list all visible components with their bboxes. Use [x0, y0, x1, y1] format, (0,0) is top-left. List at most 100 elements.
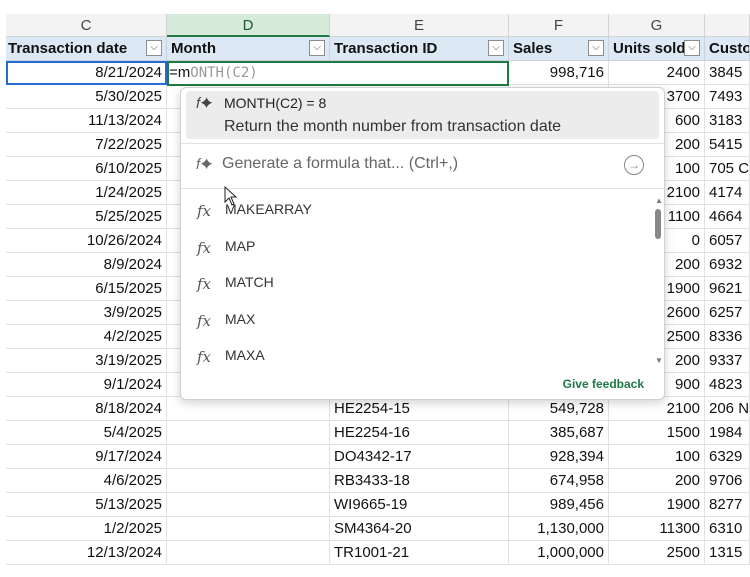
cell-customer[interactable]: 9621 — [705, 277, 750, 301]
column-header-f[interactable]: F — [509, 14, 609, 37]
cell-customer[interactable]: 6310 — [705, 517, 750, 541]
function-item[interactable]: fx MAXA — [181, 338, 651, 374]
cell-transaction-date[interactable]: 12/13/2024 — [6, 541, 167, 565]
cell-sales[interactable]: 674,958 — [509, 469, 609, 493]
column-header-h[interactable] — [705, 14, 750, 37]
cell-customer[interactable]: 9337 — [705, 349, 750, 373]
cell-month[interactable] — [167, 421, 330, 445]
filter-dropdown-icon[interactable]: ⌵ — [588, 40, 604, 56]
cell-units-sold[interactable]: 100 — [609, 445, 705, 469]
cell-sales[interactable]: 998,716 — [509, 61, 609, 85]
filter-dropdown-icon[interactable]: ⌵ — [309, 40, 325, 56]
cell-month[interactable] — [167, 445, 330, 469]
fx-icon: fx — [197, 202, 212, 220]
cell-sales[interactable]: 385,687 — [509, 421, 609, 445]
cell-transaction-id[interactable]: HE2254-15 — [330, 397, 509, 421]
cell-transaction-date[interactable]: 4/2/2025 — [6, 325, 167, 349]
cell-sales[interactable]: 1,000,000 — [509, 541, 609, 565]
cell-transaction-date[interactable]: 3/9/2025 — [6, 301, 167, 325]
cell-month[interactable] — [167, 397, 330, 421]
column-header-e[interactable]: E — [330, 14, 509, 37]
cell-customer[interactable]: 6057 — [705, 229, 750, 253]
cell-transaction-id[interactable]: SM4364-20 — [330, 517, 509, 541]
cell-sales[interactable]: 1,130,000 — [509, 517, 609, 541]
cell-customer[interactable]: 4174 — [705, 181, 750, 205]
header-units-sold: Units sold ⌵ — [609, 37, 705, 61]
cell-transaction-id[interactable]: WI9665-19 — [330, 493, 509, 517]
cell-customer[interactable]: 6932 — [705, 253, 750, 277]
cell-sales[interactable]: 989,456 — [509, 493, 609, 517]
scrollbar-thumb[interactable] — [655, 209, 661, 239]
give-feedback-link[interactable]: Give feedback — [563, 377, 644, 391]
cell-customer[interactable]: 8277 — [705, 493, 750, 517]
cell-transaction-date[interactable]: 5/4/2025 — [6, 421, 167, 445]
filter-dropdown-icon[interactable]: ⌵ — [684, 40, 700, 56]
cell-units-sold[interactable]: 2100 — [609, 397, 705, 421]
cell-units-sold[interactable]: 1500 — [609, 421, 705, 445]
cell-customer[interactable]: 9706 — [705, 469, 750, 493]
cell-transaction-date[interactable]: 7/22/2025 — [6, 133, 167, 157]
cell-transaction-date[interactable]: 11/13/2024 — [6, 109, 167, 133]
cell-units-sold[interactable]: 11300 — [609, 517, 705, 541]
formula-suggestion[interactable]: 𝑓✦ MONTH(C2) = 8 Return the month number… — [186, 91, 659, 139]
cell-transaction-date[interactable]: 3/19/2025 — [6, 349, 167, 373]
cell-month[interactable] — [167, 517, 330, 541]
cell-transaction-date[interactable]: 6/10/2025 — [6, 157, 167, 181]
function-item[interactable]: fx MATCH — [181, 265, 651, 301]
cell-customer[interactable]: 7493 — [705, 85, 750, 109]
cell-transaction-date[interactable]: 6/15/2025 — [6, 277, 167, 301]
cell-customer[interactable]: 3845 — [705, 61, 750, 85]
filter-dropdown-icon[interactable]: ⌵ — [146, 40, 162, 56]
cell-customer[interactable]: 4823 — [705, 373, 750, 397]
cell-transaction-id[interactable]: HE2254-16 — [330, 421, 509, 445]
function-item[interactable]: fx MAKEARRAY — [181, 192, 651, 228]
cell-transaction-date[interactable]: 5/25/2025 — [6, 205, 167, 229]
column-header-d[interactable]: D — [167, 14, 330, 37]
cell-transaction-date[interactable]: 1/24/2025 — [6, 181, 167, 205]
cell-transaction-date[interactable]: 9/1/2024 — [6, 373, 167, 397]
cell-transaction-date[interactable]: 8/9/2024 — [6, 253, 167, 277]
function-name: MATCH — [225, 274, 274, 290]
arrow-right-icon[interactable]: → — [624, 155, 644, 175]
cell-transaction-date[interactable]: 1/2/2025 — [6, 517, 167, 541]
cell-transaction-id[interactable]: DO4342-17 — [330, 445, 509, 469]
scroll-down-icon[interactable]: ▼ — [655, 356, 663, 365]
typed-text: =m — [169, 64, 191, 81]
cell-customer[interactable]: 1984 — [705, 421, 750, 445]
cell-transaction-date[interactable]: 5/30/2025 — [6, 85, 167, 109]
cell-customer[interactable]: 6257 — [705, 301, 750, 325]
cell-customer[interactable]: 4664 — [705, 205, 750, 229]
cell-customer[interactable]: 206 N — [705, 397, 750, 421]
cell-month[interactable] — [167, 541, 330, 565]
cell-customer[interactable]: 5415 — [705, 133, 750, 157]
filter-dropdown-icon[interactable]: ⌵ — [488, 40, 504, 56]
cell-month[interactable] — [167, 493, 330, 517]
cell-customer[interactable]: 8336 — [705, 325, 750, 349]
cell-transaction-date[interactable]: 9/17/2024 — [6, 445, 167, 469]
cell-customer[interactable]: 6329 — [705, 445, 750, 469]
header-label: Transaction date — [8, 40, 128, 57]
column-header-g[interactable]: G — [609, 14, 705, 37]
cell-transaction-date[interactable]: 8/18/2024 — [6, 397, 167, 421]
cell-month[interactable] — [167, 469, 330, 493]
cell-sales[interactable]: 549,728 — [509, 397, 609, 421]
cell-sales[interactable]: 928,394 — [509, 445, 609, 469]
cell-units-sold[interactable]: 2500 — [609, 541, 705, 565]
cell-transaction-date[interactable]: 4/6/2025 — [6, 469, 167, 493]
cell-transaction-date[interactable]: 10/26/2024 — [6, 229, 167, 253]
function-item[interactable]: fx MAP — [181, 229, 651, 265]
scroll-up-icon[interactable]: ▲ — [655, 196, 663, 205]
cell-units-sold[interactable]: 2400 — [609, 61, 705, 85]
cell-units-sold[interactable]: 1900 — [609, 493, 705, 517]
cell-customer[interactable]: 3183 — [705, 109, 750, 133]
cell-transaction-id[interactable]: RB3433-18 — [330, 469, 509, 493]
cell-units-sold[interactable]: 200 — [609, 469, 705, 493]
cell-transaction-date[interactable]: 5/13/2025 — [6, 493, 167, 517]
function-item[interactable]: fx MAX — [181, 302, 651, 338]
cell-transaction-id[interactable]: TR1001-21 — [330, 541, 509, 565]
cell-customer[interactable]: 1315 — [705, 541, 750, 565]
cell-customer[interactable]: 705 C — [705, 157, 750, 181]
formula-editor[interactable]: =mONTH(C2) — [169, 61, 258, 85]
column-header-c[interactable]: C — [6, 14, 167, 37]
generate-formula-row[interactable]: 𝑓✦ Generate a formula that... (Ctrl+,) → — [181, 143, 664, 189]
